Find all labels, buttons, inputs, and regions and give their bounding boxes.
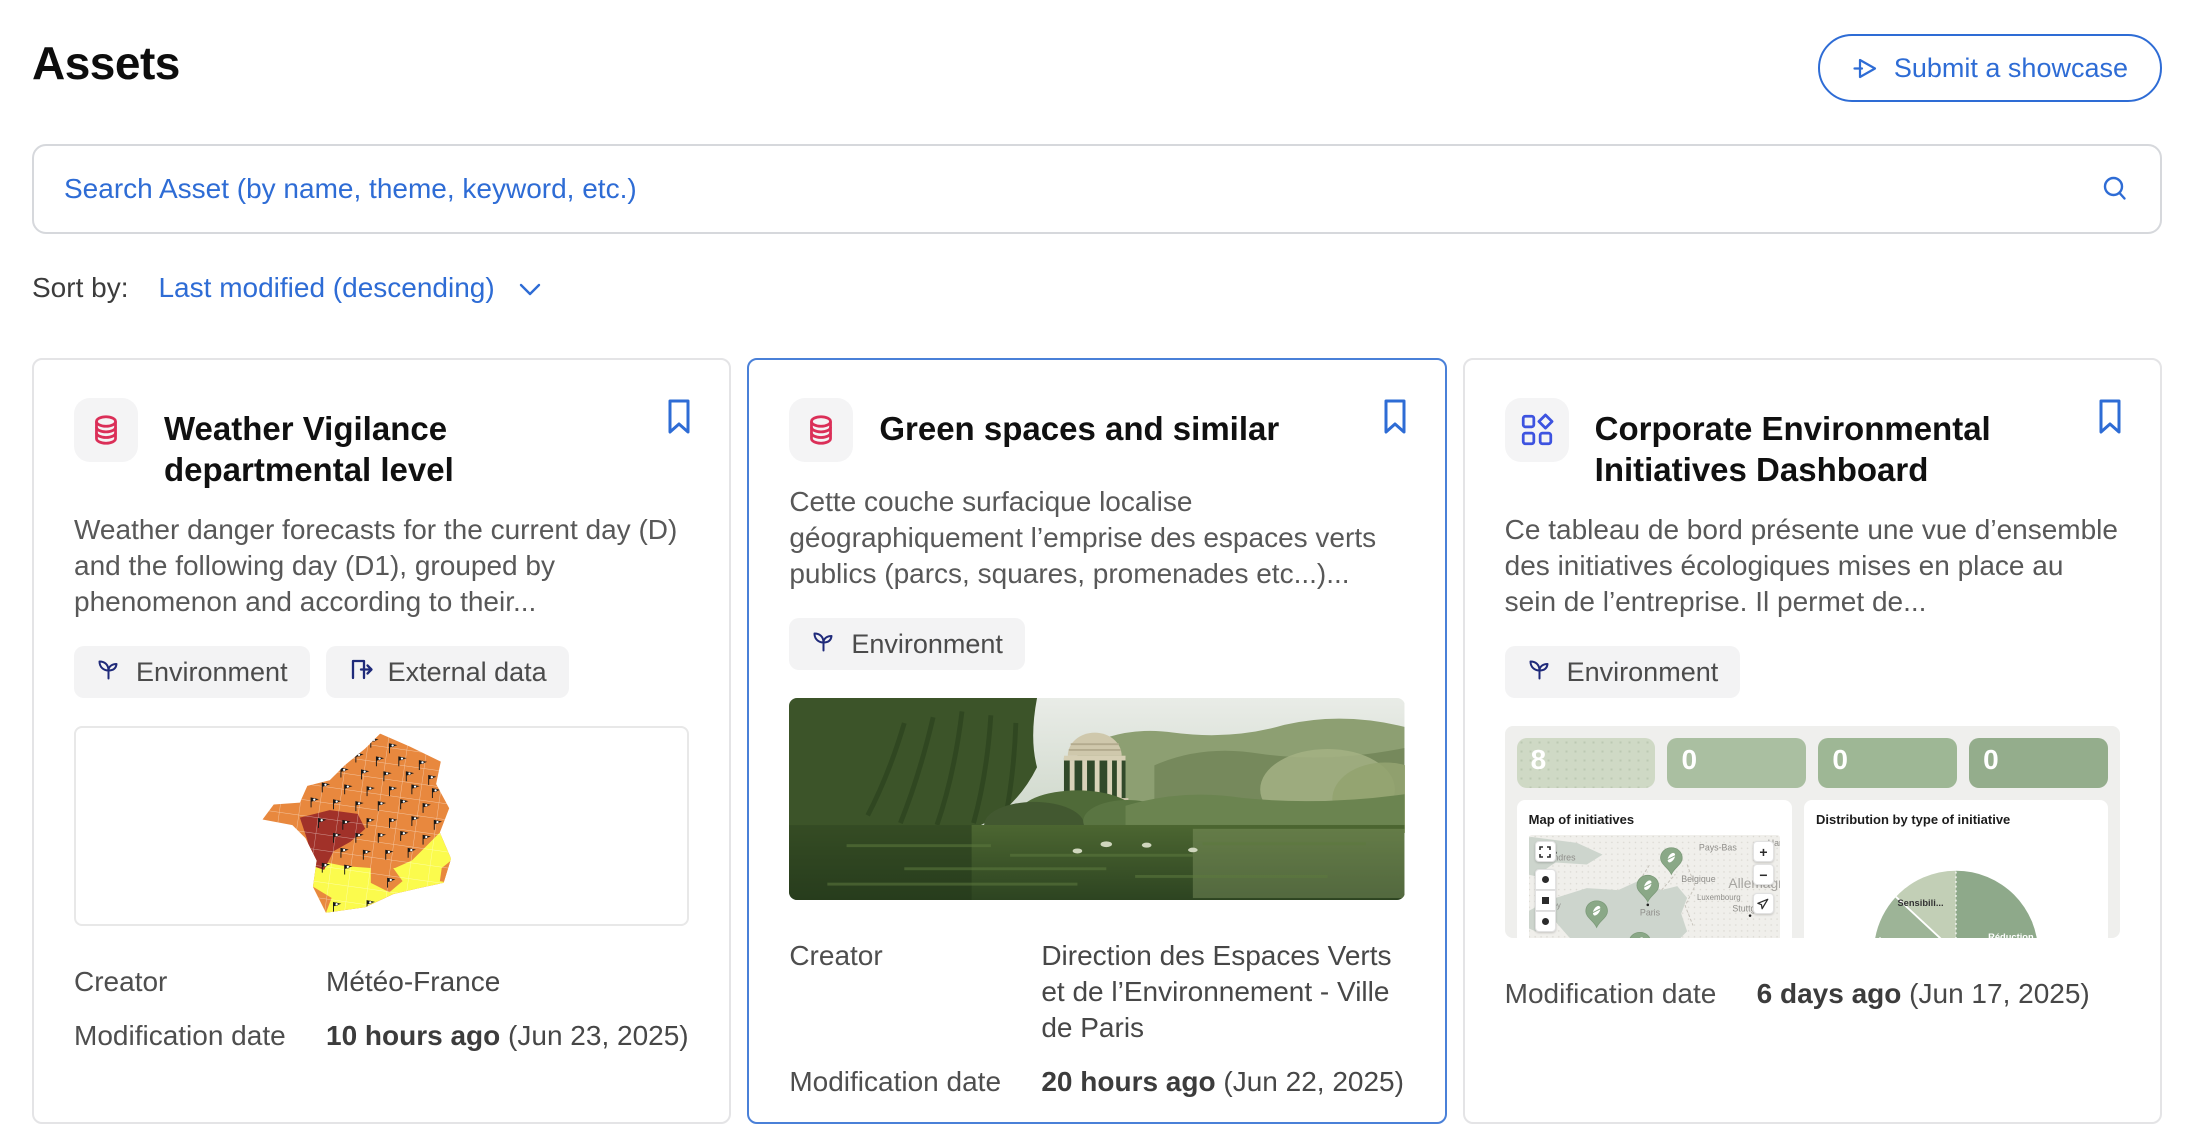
france-vigilance-map <box>262 733 451 913</box>
creator-label: Creator <box>74 966 168 997</box>
modification-date-row: Modification date 10 hours ago (Jun 23, … <box>74 1018 689 1054</box>
tag-external-data[interactable]: External data <box>325 646 569 698</box>
tag-label: Environment <box>136 656 288 687</box>
send-icon <box>1852 55 1879 82</box>
map-panel: Map of initiatives Pays-Bas Londres Belg… <box>1516 800 1792 938</box>
modification-date-value: 20 hours ago (Jun 22, 2025) <box>1041 1066 1404 1097</box>
card-title: Corporate Environmental Initiatives Dash… <box>1594 410 1991 488</box>
card-footer: Creator Direction des Espaces Verts et d… <box>789 938 1404 1100</box>
modification-date-label: Modification date <box>789 1066 1002 1097</box>
modification-date-value: 10 hours ago (Jun 23, 2025) <box>326 1020 689 1051</box>
modification-date-label: Modification date <box>1504 978 1717 1009</box>
creator-row: Creator Météo-France <box>74 964 689 1000</box>
pie-label: Économie ... <box>1876 937 1931 938</box>
asset-card-weather-vigilance[interactable]: Weather Vigilance departmental level Wea… <box>32 358 732 1124</box>
kpi-tile: 0 <box>1969 738 2108 788</box>
asset-thumbnail-park-photo <box>789 698 1405 900</box>
dataset-icon <box>74 398 138 462</box>
bookmark-icon[interactable] <box>663 396 695 441</box>
kpi-tile: 0 <box>1667 738 1807 788</box>
map-label: Pays-Bas <box>1699 843 1737 853</box>
search-icon[interactable] <box>2100 174 2130 204</box>
card-header: Green spaces and similar <box>789 398 1404 462</box>
pie-panel-title: Distribution by type of initiative <box>1815 812 2011 827</box>
sort-dropdown[interactable]: Last modified (descending) <box>158 272 540 304</box>
sort-by-label: Sort by: <box>32 272 129 303</box>
card-footer: Modification date 6 days ago (Jun 17, 20… <box>1505 976 2120 1012</box>
kpi-tile: 8 <box>1516 738 1656 788</box>
kpi-row: 8 0 0 0 <box>1516 738 2108 788</box>
modification-date-label: Modification date <box>74 1020 286 1051</box>
card-title: Weather Vigilance departmental level <box>164 410 454 488</box>
card-footer: Creator Météo-France Modification date 1… <box>74 964 689 1054</box>
asset-card-list: Weather Vigilance departmental level Wea… <box>32 358 2162 1124</box>
map-label: Luxembourg <box>1697 893 1741 902</box>
tag-row: Environment <box>789 618 1404 670</box>
bookmark-icon[interactable] <box>1379 396 1411 441</box>
tag-label: External data <box>387 656 547 687</box>
submit-showcase-button[interactable]: Submit a showcase <box>1817 34 2162 102</box>
draw-point-icon <box>1534 869 1556 890</box>
card-description: Cette couche surfacique localise géograp… <box>789 486 1377 589</box>
tag-environment[interactable]: Environment <box>789 618 1025 670</box>
card-header: Corporate Environmental Initiatives Dash… <box>1504 398 2120 490</box>
creator-value: Météo-France <box>326 966 501 997</box>
map-label: Paris <box>1640 908 1661 918</box>
kpi-tile: 0 <box>1818 738 1958 788</box>
asset-card-corporate-dashboard[interactable]: Corporate Environmental Initiatives Dash… <box>1462 358 2162 1124</box>
mini-map: Pays-Bas Hanovre Londres Allemagne Belgi… <box>1528 835 1780 938</box>
tag-row: Environment External data <box>74 646 689 698</box>
card-description: Weather danger forecasts for the current… <box>74 514 678 617</box>
asset-thumbnail-weather-map <box>74 726 690 926</box>
dataset-icon <box>789 398 854 462</box>
creator-row: Creator Direction des Espaces Verts et d… <box>789 938 1404 1046</box>
sprout-icon <box>1527 656 1553 689</box>
creator-label: Creator <box>789 940 883 971</box>
zoom-in-button: + <box>1752 841 1774 862</box>
card-description: Ce tableau de bord présente une vue d’en… <box>1504 514 2118 617</box>
pie-label: Sensibili... <box>1897 898 1943 908</box>
sprout-icon <box>96 656 122 689</box>
submit-showcase-label: Submit a showcase <box>1893 52 2128 83</box>
map-panel-title: Map of initiatives <box>1528 812 1635 827</box>
fullscreen-icon <box>1534 841 1556 862</box>
tag-environment[interactable]: Environment <box>74 646 310 698</box>
external-data-icon <box>348 656 374 689</box>
modification-date-row: Modification date 20 hours ago (Jun 22, … <box>789 1064 1404 1100</box>
creator-value: Direction des Espaces Verts et de l’Envi… <box>1041 940 1392 1043</box>
draw-rectangle-icon <box>1534 890 1556 911</box>
search-input[interactable] <box>64 173 2100 205</box>
pie-panel: Distribution by type of initiative Sensi… <box>1803 800 2108 938</box>
sort-dropdown-value: Last modified (descending) <box>158 272 495 303</box>
tag-row: Environment <box>1504 646 2120 698</box>
sort-row: Sort by: Last modified (descending) <box>32 272 2162 304</box>
search-bar <box>32 144 2162 234</box>
modification-date-value: 6 days ago (Jun 17, 2025) <box>1756 978 2090 1009</box>
draw-circle-icon <box>1534 911 1556 932</box>
pie-chart: Sensibili... Réduction... Économie ... <box>1816 833 2096 938</box>
tag-environment[interactable]: Environment <box>1504 646 1741 698</box>
assets-page: Assets Submit a showcase Sort by: Last m… <box>0 0 2194 1136</box>
zoom-out-button: − <box>1752 864 1774 885</box>
chevron-down-icon <box>519 272 541 304</box>
preview-panels: Map of initiatives Pays-Bas Londres Belg… <box>1516 800 2108 938</box>
map-label: Belgique <box>1681 874 1716 884</box>
asset-card-green-spaces[interactable]: Green spaces and similar Cette couche su… <box>747 358 1447 1124</box>
geolocate-icon <box>1752 893 1774 914</box>
asset-thumbnail-dashboard-preview: 8 0 0 0 Map of initiatives Pays-Bas Lond… <box>1504 726 2120 938</box>
dashboard-icon <box>1504 398 1569 462</box>
card-title: Green spaces and similar <box>879 410 1280 447</box>
card-header: Weather Vigilance departmental level <box>74 398 689 490</box>
tag-label: Environment <box>851 628 1003 659</box>
sprout-icon <box>811 628 837 661</box>
bookmark-icon[interactable] <box>2094 396 2126 441</box>
modification-date-row: Modification date 6 days ago (Jun 17, 20… <box>1505 976 2120 1012</box>
tag-label: Environment <box>1566 656 1719 687</box>
pie-label: Réduction... <box>1988 932 2041 938</box>
park-photo-illustration <box>789 698 1405 900</box>
